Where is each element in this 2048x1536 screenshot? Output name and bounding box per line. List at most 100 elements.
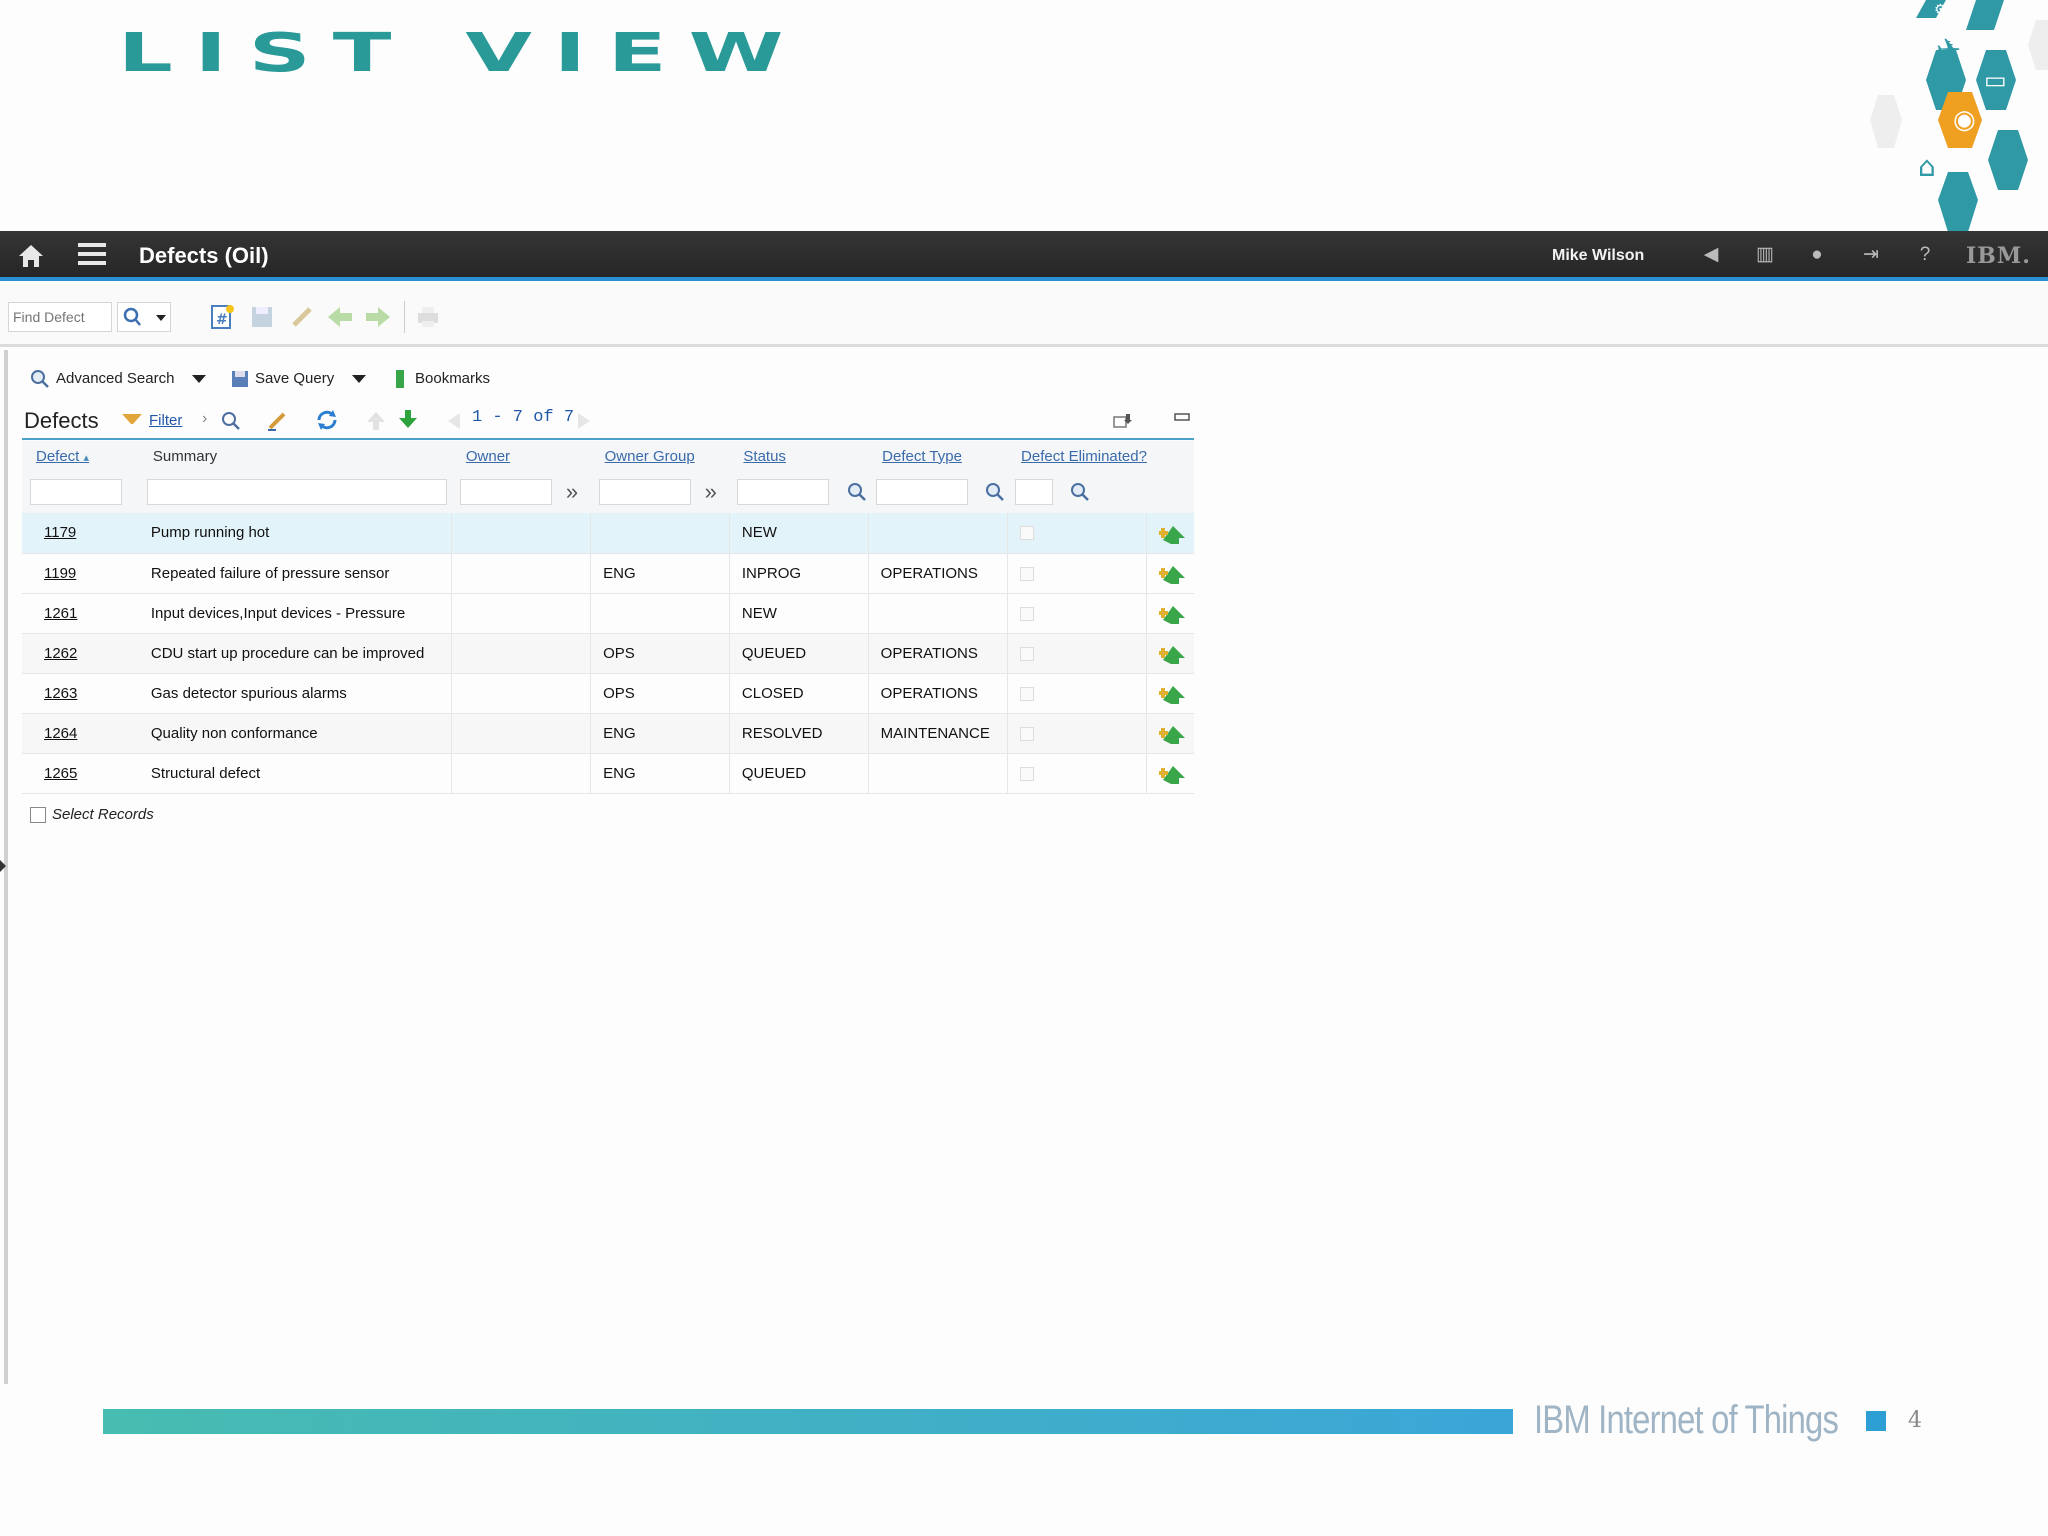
add-row-icon[interactable] [1159, 640, 1189, 666]
save-query-button[interactable]: Save Query [255, 370, 334, 387]
save-icon[interactable] [248, 303, 276, 331]
add-row-icon[interactable] [1159, 720, 1189, 746]
pager-previous-icon[interactable] [446, 412, 462, 430]
column-header-summary[interactable]: Summary [138, 441, 452, 471]
table-row[interactable]: 1264 Quality non conformance ENG RESOLVE… [22, 713, 1194, 754]
defect-eliminated-checkbox[interactable] [1019, 766, 1034, 781]
print-icon[interactable] [414, 303, 442, 331]
add-row-icon[interactable] [1159, 560, 1189, 586]
column-header-defect[interactable]: Defect ▴ [22, 441, 139, 471]
clear-filter-icon[interactable] [266, 410, 290, 432]
table-row[interactable]: 1262 CDU start up procedure can be impro… [22, 633, 1194, 674]
filter-defect-type-input[interactable] [876, 479, 969, 505]
owner-group-cell [590, 513, 730, 554]
table-row[interactable]: 1263 Gas detector spurious alarms OPS CL… [22, 673, 1194, 714]
previous-arrow-icon[interactable] [326, 303, 354, 331]
table-search-icon[interactable] [220, 410, 242, 432]
pager-next-icon[interactable] [576, 412, 592, 430]
home-icon[interactable] [18, 243, 44, 269]
filter-link[interactable]: Filter [149, 412, 182, 429]
download-table-icon[interactable] [1112, 412, 1132, 430]
bookmark-icon [396, 370, 404, 388]
refresh-icon[interactable] [314, 408, 340, 432]
footer-square [1866, 1411, 1886, 1431]
defect-type-cell: MAINTENANCE [868, 713, 1008, 754]
menu-icon[interactable] [78, 243, 106, 267]
defect-eliminated-checkbox[interactable] [1019, 606, 1034, 621]
owner-group-cell: ENG [590, 553, 730, 594]
table-row[interactable]: 1179 Pump running hot NEW [22, 513, 1194, 554]
status-cell: CLOSED [729, 673, 869, 714]
next-arrow-icon[interactable] [364, 303, 392, 331]
defect-id-link[interactable]: 1199 [22, 553, 139, 594]
announcement-icon[interactable]: ◀ [1700, 244, 1722, 266]
owner-group-lookup-icon[interactable]: » [705, 479, 717, 505]
select-records-checkbox[interactable] [30, 807, 46, 824]
sidebar-toggle-icon[interactable] [0, 860, 6, 872]
new-record-icon[interactable]: # [208, 303, 236, 331]
filter-defect-eliminated-input[interactable] [1015, 479, 1054, 505]
table-row[interactable]: 1261 Input devices,Input devices - Press… [22, 593, 1194, 634]
summary-cell: Quality non conformance [138, 713, 453, 754]
find-defect-input[interactable] [8, 302, 112, 332]
filter-icon[interactable] [122, 412, 142, 428]
defect-id-link[interactable]: 1265 [22, 753, 139, 794]
add-row-icon[interactable] [1159, 680, 1189, 706]
column-header-owner[interactable]: Owner [451, 441, 591, 471]
sort-ascending-icon: ▴ [83, 451, 90, 464]
user-name[interactable]: Mike Wilson [1552, 247, 1644, 265]
defect-eliminated-checkbox[interactable] [1019, 686, 1034, 701]
defect-id-link[interactable]: 1264 [22, 713, 139, 754]
defect-id-link[interactable]: 1261 [22, 593, 139, 634]
search-dropdown-button[interactable] [117, 302, 171, 332]
filter-defect-input[interactable] [30, 479, 122, 505]
table-row[interactable]: 1265 Structural defect ENG QUEUED [22, 753, 1194, 794]
save-query-dropdown-icon[interactable] [352, 375, 366, 385]
defect-eliminated-checkbox[interactable] [1019, 646, 1034, 661]
add-row-icon[interactable] [1159, 520, 1189, 546]
chart-icon[interactable]: ▥ [1754, 244, 1776, 266]
column-header-defect-type[interactable]: Defect Type [868, 441, 1008, 471]
defect-id-link[interactable]: 1179 [22, 513, 139, 554]
save-query-icon [232, 371, 248, 387]
advanced-search-button[interactable]: Advanced Search [56, 370, 174, 387]
minimize-table-icon[interactable] [1174, 412, 1190, 422]
filter-status-input[interactable] [737, 479, 830, 505]
bookmarks-button[interactable]: Bookmarks [415, 370, 490, 387]
add-row-icon[interactable] [1159, 760, 1189, 786]
defect-id-link[interactable]: 1263 [22, 673, 139, 714]
status-cell: INPROG [729, 553, 869, 594]
defect-eliminated-lookup-icon[interactable] [1069, 481, 1091, 503]
defect-eliminated-checkbox[interactable] [1019, 726, 1034, 741]
column-header-owner-group[interactable]: Owner Group [590, 441, 730, 471]
defect-type-cell: OPERATIONS [868, 633, 1008, 674]
status-cell: QUEUED [729, 633, 869, 674]
download-arrow-icon[interactable] [398, 408, 418, 430]
status-lookup-icon[interactable] [846, 481, 868, 503]
column-header-status[interactable]: Status [729, 441, 869, 471]
filter-owner-group-input[interactable] [598, 479, 691, 505]
filter-expand-icon[interactable]: › [202, 410, 207, 428]
house-icon: ⌂ [1918, 150, 1936, 183]
defect-type-lookup-icon[interactable] [984, 481, 1006, 503]
table-row[interactable]: 1199 Repeated failure of pressure sensor… [22, 553, 1194, 594]
defect-eliminated-checkbox[interactable] [1019, 566, 1034, 581]
defect-id-link[interactable]: 1262 [22, 633, 139, 674]
filter-owner-input[interactable] [459, 479, 552, 505]
filter-summary-input[interactable] [146, 479, 447, 505]
defect-type-cell [868, 513, 1008, 554]
hexagon-decoration: ◉ ▭ ⌂ ✈ ⚙ [1870, 0, 2048, 232]
column-header-defect-eliminated[interactable]: Defect Eliminated? [1007, 441, 1147, 471]
defect-eliminated-checkbox[interactable] [1019, 526, 1034, 541]
advanced-search-dropdown-icon[interactable] [192, 375, 206, 385]
help-icon[interactable]: ? [1914, 244, 1936, 266]
add-row-icon[interactable] [1159, 600, 1189, 626]
slide-title: LIST VIEW [118, 22, 806, 84]
logout-icon[interactable]: ⇥ [1860, 244, 1882, 266]
profile-icon[interactable]: ● [1806, 244, 1828, 266]
owner-lookup-icon[interactable]: » [566, 479, 578, 505]
sort-up-icon[interactable] [366, 410, 386, 432]
edit-icon[interactable] [288, 303, 316, 331]
select-records[interactable]: Select Records [30, 806, 154, 824]
defect-type-cell: OPERATIONS [868, 553, 1008, 594]
